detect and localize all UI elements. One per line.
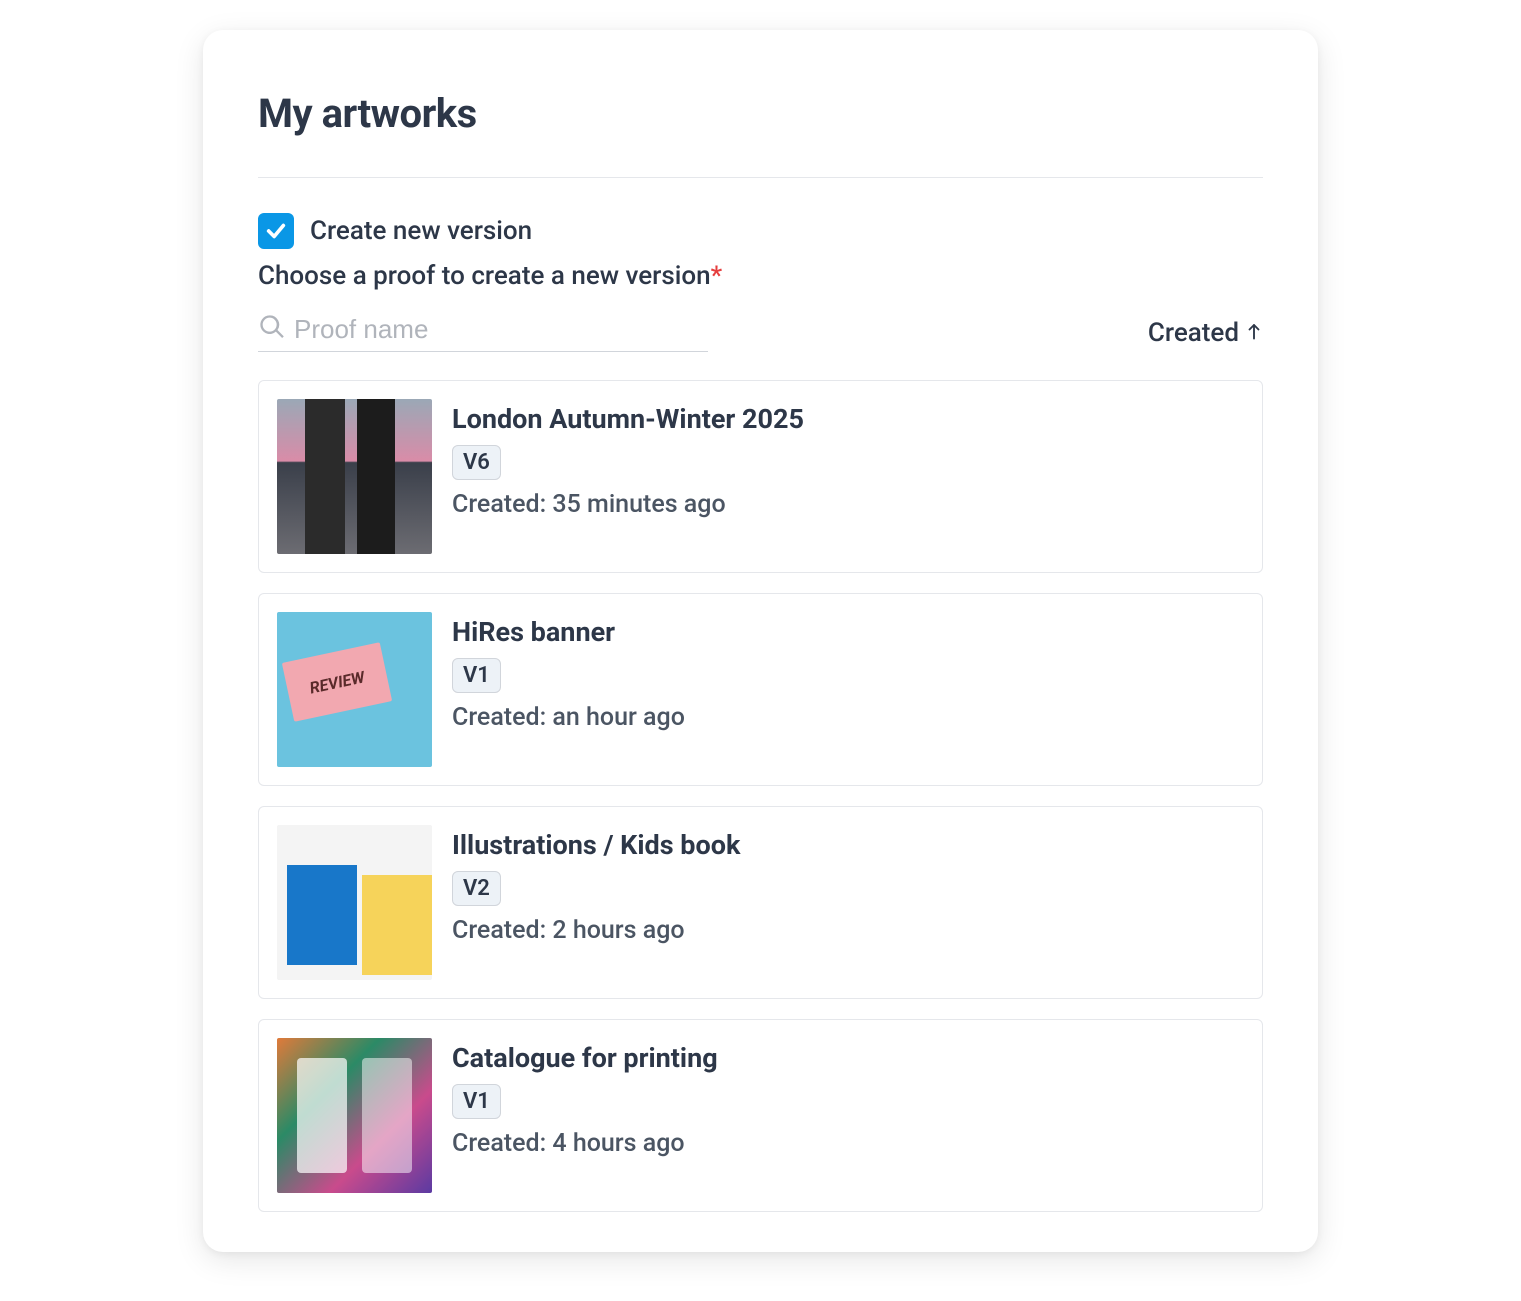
version-badge: V2 bbox=[452, 871, 501, 906]
arrow-up-icon bbox=[1245, 318, 1263, 348]
proof-title: Catalogue for printing bbox=[452, 1042, 718, 1074]
created-text: Created: 35 minutes ago bbox=[452, 490, 804, 519]
instruction-label: Choose a proof to create a new version bbox=[258, 261, 711, 291]
instruction-text: Choose a proof to create a new version* bbox=[258, 261, 1263, 291]
create-version-row: Create new version bbox=[258, 213, 1263, 249]
create-version-checkbox[interactable] bbox=[258, 213, 294, 249]
version-badge: V1 bbox=[452, 658, 501, 693]
proof-title: HiRes banner bbox=[452, 616, 685, 648]
version-badge: V1 bbox=[452, 1084, 501, 1119]
proof-info: Illustrations / Kids book V2 Created: 2 … bbox=[452, 825, 740, 945]
proof-item[interactable]: Illustrations / Kids book V2 Created: 2 … bbox=[258, 806, 1263, 999]
proof-thumbnail bbox=[277, 612, 432, 767]
header-divider bbox=[258, 177, 1263, 178]
search-sort-row: Created bbox=[258, 313, 1263, 352]
proof-thumbnail bbox=[277, 1038, 432, 1193]
sort-label: Created bbox=[1148, 318, 1239, 348]
proof-thumbnail bbox=[277, 825, 432, 980]
created-text: Created: 2 hours ago bbox=[452, 916, 740, 945]
proof-item[interactable]: Catalogue for printing V1 Created: 4 hou… bbox=[258, 1019, 1263, 1212]
check-icon bbox=[265, 220, 287, 242]
proof-title: London Autumn-Winter 2025 bbox=[452, 403, 804, 435]
sort-button[interactable]: Created bbox=[1148, 318, 1263, 348]
proof-info: Catalogue for printing V1 Created: 4 hou… bbox=[452, 1038, 718, 1158]
proof-item[interactable]: HiRes banner V1 Created: an hour ago bbox=[258, 593, 1263, 786]
proof-info: HiRes banner V1 Created: an hour ago bbox=[452, 612, 685, 732]
proof-thumbnail bbox=[277, 399, 432, 554]
page-title: My artworks bbox=[258, 90, 1263, 137]
version-badge: V6 bbox=[452, 445, 501, 480]
proof-item[interactable]: London Autumn-Winter 2025 V6 Created: 35… bbox=[258, 380, 1263, 573]
create-version-label: Create new version bbox=[310, 216, 532, 246]
proof-title: Illustrations / Kids book bbox=[452, 829, 740, 861]
proof-search-field[interactable] bbox=[258, 313, 708, 352]
search-icon bbox=[258, 313, 286, 345]
created-text: Created: an hour ago bbox=[452, 703, 685, 732]
proof-info: London Autumn-Winter 2025 V6 Created: 35… bbox=[452, 399, 804, 519]
proof-list: London Autumn-Winter 2025 V6 Created: 35… bbox=[258, 380, 1263, 1212]
required-asterisk: * bbox=[711, 261, 723, 291]
artworks-panel: My artworks Create new version Choose a … bbox=[203, 30, 1318, 1252]
proof-search-input[interactable] bbox=[294, 314, 708, 345]
created-text: Created: 4 hours ago bbox=[452, 1129, 718, 1158]
